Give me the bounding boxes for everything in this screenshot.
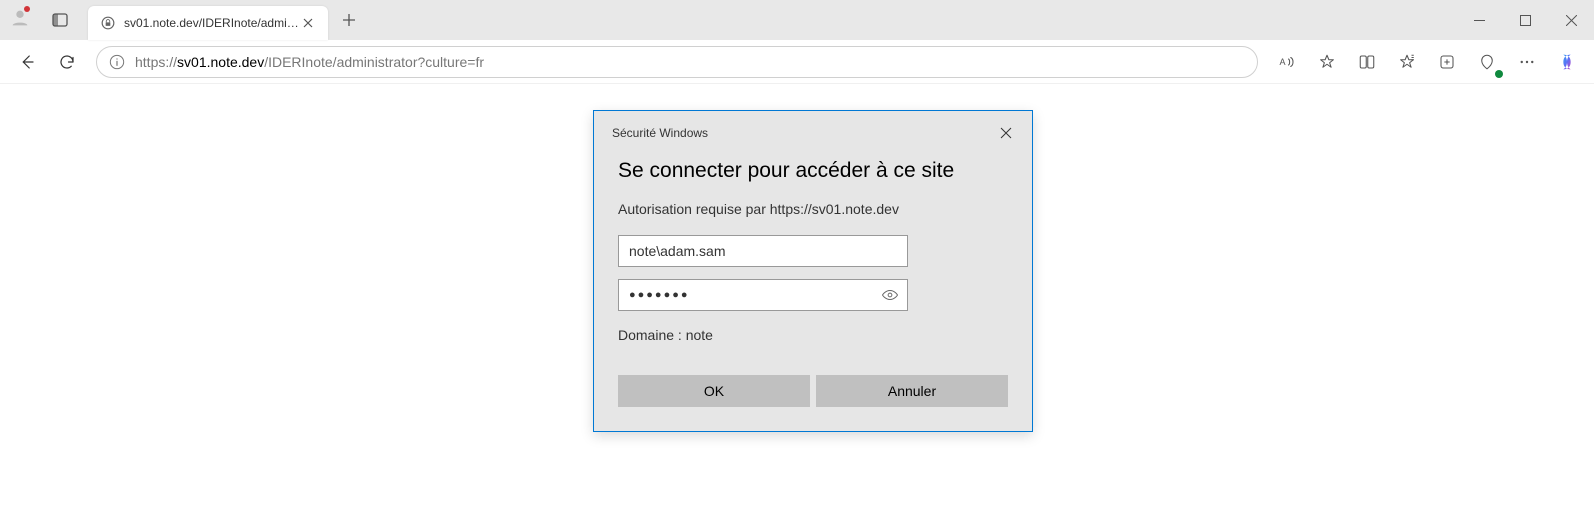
dialog-title: Se connecter pour accéder à ce site [618, 159, 1008, 183]
password-field[interactable]: ●●●●●●● [618, 279, 908, 311]
site-lock-icon [100, 15, 116, 31]
reveal-password-icon[interactable] [881, 286, 899, 307]
back-button[interactable] [10, 45, 44, 79]
tab-title: sv01.note.dev/IDERInote/administ [124, 16, 300, 30]
dialog-header-title: Sécurité Windows [612, 126, 708, 140]
password-masked-value: ●●●●●●● [629, 289, 690, 301]
dialog-subtitle: Autorisation requise par https://sv01.no… [618, 201, 1008, 217]
browser-essentials-button[interactable] [1470, 45, 1504, 79]
ok-button[interactable]: OK [618, 375, 810, 407]
profile-button[interactable] [0, 0, 40, 40]
svg-text:A: A [1280, 57, 1286, 67]
browser-toolbar: https://sv01.note.dev/IDERInote/administ… [0, 40, 1594, 84]
copilot-button[interactable] [1550, 45, 1584, 79]
window-minimize-button[interactable] [1456, 0, 1502, 40]
site-info-icon[interactable] [107, 52, 127, 72]
favorites-star-button[interactable] [1310, 45, 1344, 79]
favorites-list-button[interactable] [1390, 45, 1424, 79]
refresh-button[interactable] [50, 45, 84, 79]
address-bar[interactable]: https://sv01.note.dev/IDERInote/administ… [96, 46, 1258, 78]
split-screen-button[interactable] [1350, 45, 1384, 79]
titlebar: sv01.note.dev/IDERInote/administ [0, 0, 1594, 40]
notification-dot-icon [24, 6, 30, 12]
read-aloud-button[interactable]: A [1270, 45, 1304, 79]
settings-menu-button[interactable] [1510, 45, 1544, 79]
cancel-button[interactable]: Annuler [816, 375, 1008, 407]
tab-actions-button[interactable] [40, 0, 80, 40]
tab-close-button[interactable] [300, 15, 316, 31]
window-close-button[interactable] [1548, 0, 1594, 40]
window-maximize-button[interactable] [1502, 0, 1548, 40]
dialog-close-button[interactable] [994, 121, 1018, 145]
collections-button[interactable] [1430, 45, 1464, 79]
auth-dialog: Sécurité Windows Se connecter pour accéd… [593, 110, 1033, 432]
username-value: note\adam.sam [629, 243, 726, 259]
username-field[interactable]: note\adam.sam [618, 235, 908, 267]
domain-label: Domaine : note [618, 327, 1008, 343]
browser-tab[interactable]: sv01.note.dev/IDERInote/administ [88, 6, 328, 40]
url-text: https://sv01.note.dev/IDERInote/administ… [135, 54, 1247, 70]
status-badge-icon [1495, 70, 1503, 78]
new-tab-button[interactable] [334, 5, 364, 35]
page-content: Sécurité Windows Se connecter pour accéd… [0, 84, 1594, 505]
